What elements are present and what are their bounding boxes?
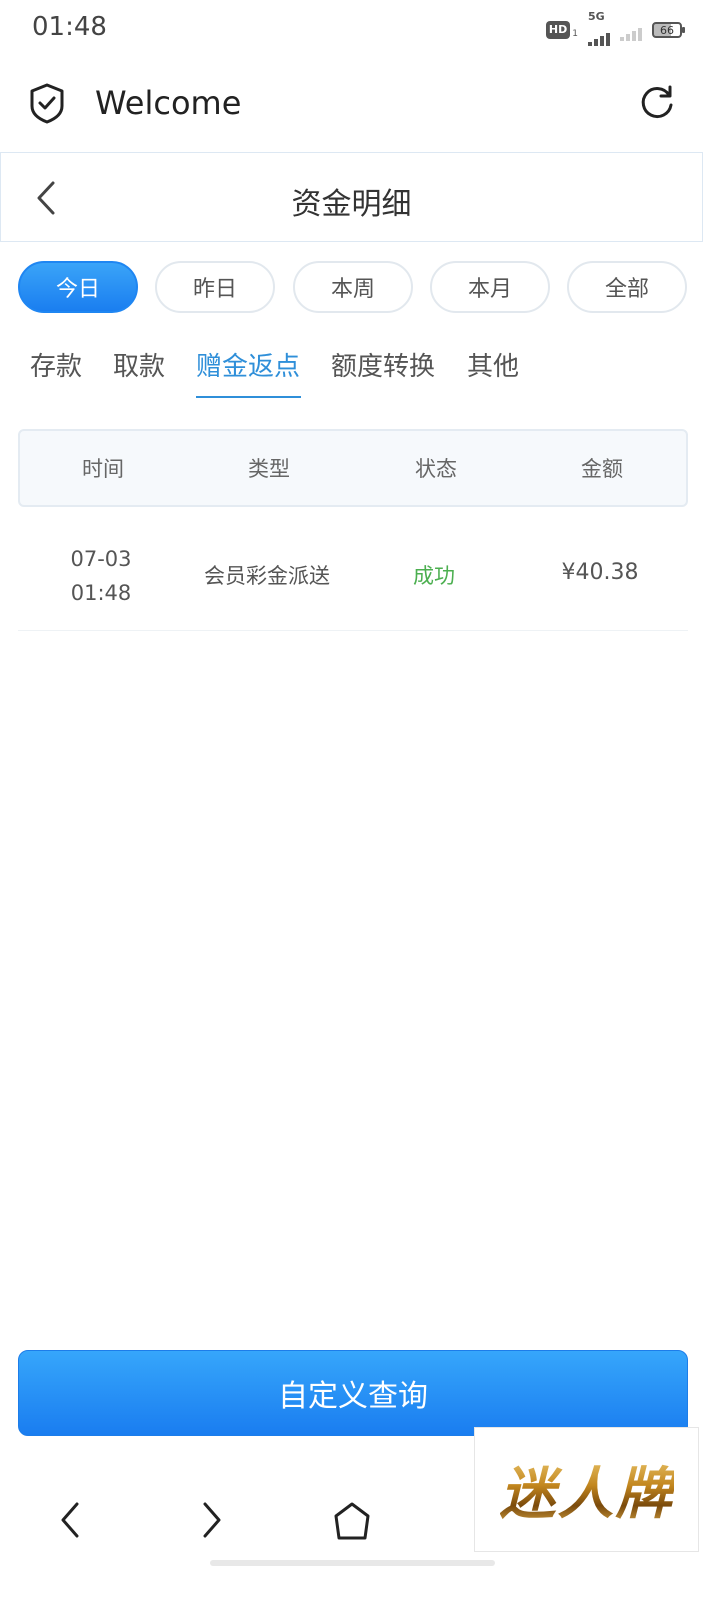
page-title: 资金明细 [291,187,412,222]
period-filter-all[interactable]: 全部 [567,261,687,313]
hd-label: HD [545,21,571,39]
status-time: 01:48 [32,12,107,42]
tab-withdraw[interactable]: 取款 [113,346,165,383]
custom-query-button[interactable]: 自定义查询 [18,1350,688,1436]
cell-type: 会员彩金派送 [204,564,330,588]
period-filter-yesterday[interactable]: 昨日 [155,261,275,313]
signal-secondary-icon [620,19,642,41]
network-label: 5G [588,10,605,23]
table-row: 07-03 01:48 会员彩金派送 成功 ¥40.38 [18,520,688,631]
battery-icon: 66 [652,22,685,38]
column-header-type: 类型 [248,457,290,481]
signal-5g-icon: 5G [588,10,610,46]
table-header: 时间 类型 状态 金额 [18,429,688,507]
tab-bonus-rebate[interactable]: 赠金返点 [196,346,300,383]
column-header-status: 状态 [415,457,457,481]
tab-credit-transfer[interactable]: 额度转换 [331,346,435,383]
home-indicator [210,1560,495,1566]
period-filter-this-month[interactable]: 本月 [430,261,550,313]
app-title: Welcome [95,84,242,122]
browser-back-icon[interactable] [55,1500,85,1540]
tab-deposit[interactable]: 存款 [30,346,82,383]
app-header: Welcome [0,58,720,150]
cell-date: 07-03 [70,547,132,571]
cell-amount: ¥40.38 [561,560,639,585]
active-tab-indicator [196,396,301,398]
watermark-logo: 迷人牌 [474,1427,699,1552]
category-tabs: 存款 取款 赠金返点 额度转换 其他 [0,340,720,400]
shield-check-icon [30,83,64,124]
browser-home-icon[interactable] [332,1500,372,1542]
status-icons: HD 1 5G 66 [545,10,685,46]
nav-bar: 资金明细 [0,152,703,242]
tab-other[interactable]: 其他 [467,346,519,383]
cell-status: 成功 [413,564,455,588]
cell-clock: 01:48 [70,581,132,605]
watermark-text: 迷人牌 [500,1449,674,1530]
refresh-icon[interactable] [638,84,676,122]
hd-sub: 1 [572,29,578,39]
period-filter-today[interactable]: 今日 [18,261,138,313]
column-header-time: 时间 [82,457,124,481]
cell-time: 07-03 01:48 [18,542,184,610]
period-filter-this-week[interactable]: 本周 [293,261,413,313]
period-filter-row: 今日 昨日 本周 本月 全部 [18,261,688,313]
status-bar: 01:48 HD 1 5G 66 [0,0,720,58]
hd-icon: HD 1 [545,21,578,39]
browser-forward-icon[interactable] [197,1500,227,1540]
column-header-amount: 金额 [581,457,623,481]
